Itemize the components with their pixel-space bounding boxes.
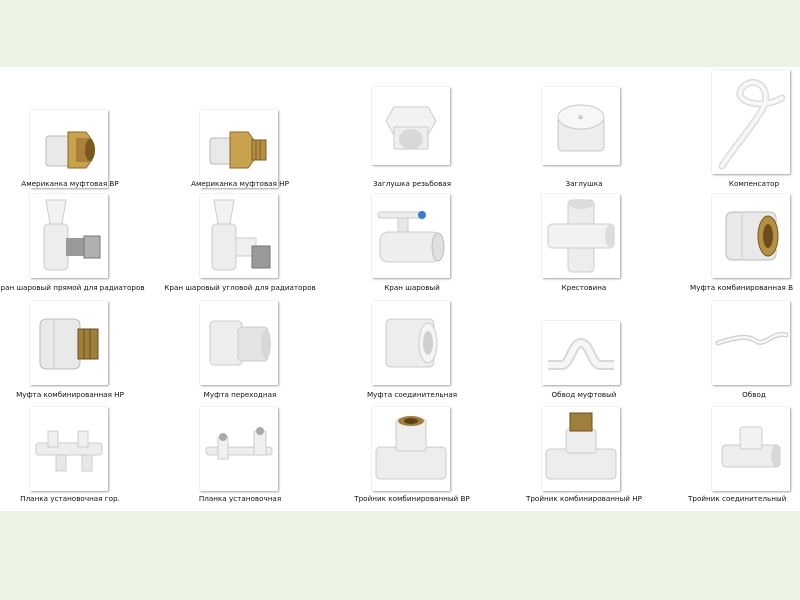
item-label: Тройник комбинированный ВР	[354, 494, 470, 503]
item-label: Заглушка	[565, 179, 603, 188]
svg-text:⊕: ⊕	[578, 114, 583, 121]
item-label: Кран шаровый прямой для радиаторов	[0, 283, 145, 292]
item-label: Планка установочная гор.	[20, 494, 120, 503]
cross-fitting-icon	[542, 194, 620, 278]
union-fitting-male-icon	[200, 110, 278, 188]
item-label: Обвод муфтовый	[551, 390, 617, 399]
item-label: Американка муфтовая НР	[191, 179, 289, 188]
crossover-bend-icon	[712, 301, 790, 385]
threaded-plug-icon	[372, 87, 450, 165]
coupling-icon	[372, 301, 450, 385]
item-label: Тройник комбинированный НР	[525, 494, 643, 503]
mounting-bracket-icon	[200, 407, 278, 491]
tee-combined-male-icon	[542, 407, 620, 491]
compensator-loop-icon	[712, 70, 790, 174]
reducing-coupling-icon	[200, 301, 278, 385]
mounting-bracket-horizontal-icon	[30, 407, 108, 491]
item-label: Заглушка резьбовая	[372, 179, 452, 188]
item-label: Крестовина	[561, 283, 607, 292]
item-label: Тройник соединительный	[688, 494, 787, 503]
item-label: Компенсатор	[728, 179, 780, 188]
item-label: Американка муфтовая ВР	[21, 179, 119, 188]
item-label: Муфта соединительная	[366, 390, 458, 399]
item-label: Муфта переходная	[203, 390, 277, 399]
catalog-panel: Американка муфтовая ВР Американка муфтов…	[0, 67, 800, 511]
item-label: Планка установочная	[198, 494, 282, 503]
item-label: Кран шаровый угловой для радиаторов	[164, 283, 316, 292]
combined-coupling-female-icon	[712, 194, 790, 278]
radiator-valve-straight-icon	[30, 194, 108, 278]
union-fitting-female-icon	[30, 110, 108, 188]
tee-icon	[712, 407, 790, 491]
combined-coupling-male-icon	[30, 301, 108, 385]
radiator-valve-angle-icon	[200, 194, 278, 278]
tee-combined-female-icon	[372, 407, 450, 491]
item-label: Кран шаровый	[384, 283, 440, 292]
crossover-bend-socket-icon	[542, 321, 620, 385]
item-label: Муфта комбинированная НР	[16, 390, 124, 399]
item-label: Муфта комбинированная В	[690, 283, 794, 292]
end-cap-icon: ⊕	[542, 87, 620, 165]
item-label: Обвод	[742, 390, 766, 399]
ball-valve-icon	[372, 194, 450, 278]
